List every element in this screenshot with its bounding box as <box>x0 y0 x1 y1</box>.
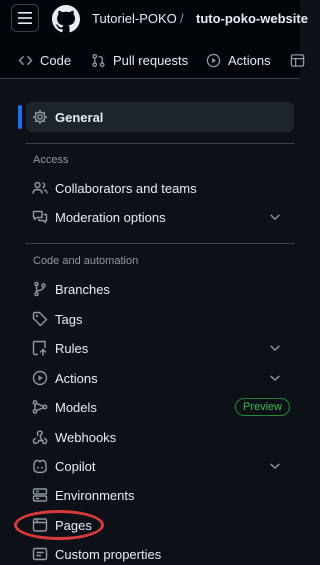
sidebar-item-rules-label: Rules <box>55 340 89 356</box>
sidebar-item-general[interactable]: General <box>32 106 103 128</box>
section-heading-code-automation: Code and automation <box>33 255 139 267</box>
models-icon <box>32 399 48 415</box>
repo-owner-link[interactable]: Tutoriel-POKO <box>92 11 177 26</box>
sidebar-item-actions-label: Actions <box>55 370 98 386</box>
repo-name-link[interactable]: tuto-poko-website <box>196 11 308 26</box>
sidebar-item-moderation[interactable]: Moderation options <box>32 206 166 228</box>
breadcrumb-separator: / <box>180 11 184 26</box>
selected-indicator <box>18 105 22 129</box>
sidebar-item-webhooks[interactable]: Webhooks <box>32 426 116 448</box>
sidebar-item-rules[interactable]: Rules <box>32 337 88 359</box>
gear-icon <box>32 109 48 125</box>
play-icon <box>206 53 221 67</box>
git-branch-icon <box>32 281 48 297</box>
tab-actions-label: Actions <box>228 52 271 68</box>
chevron-down-icon[interactable] <box>268 459 282 473</box>
tab-overflow[interactable] <box>290 50 312 70</box>
chevron-down-icon[interactable] <box>268 341 282 355</box>
webhook-icon <box>32 429 48 445</box>
code-icon <box>18 55 33 65</box>
tab-actions[interactable]: Actions <box>206 50 271 70</box>
tab-pull-requests-label: Pull requests <box>113 52 189 68</box>
play-icon <box>32 370 48 386</box>
sidebar-item-custom-properties-label: Custom properties <box>55 546 162 562</box>
repo-tabs: Code Pull requests Actions <box>0 42 305 79</box>
hamburger-icon <box>18 12 32 24</box>
menu-button[interactable] <box>11 4 39 32</box>
sidebar-item-tags[interactable]: Tags <box>32 308 82 330</box>
copilot-icon <box>32 458 48 474</box>
tag-icon <box>32 311 48 327</box>
sidebar-item-copilot[interactable]: Copilot <box>32 455 95 477</box>
sidebar-item-collaborators-label: Collaborators and teams <box>55 180 197 196</box>
tab-pull-requests[interactable]: Pull requests <box>91 50 188 70</box>
note-icon <box>32 546 48 562</box>
server-icon <box>32 487 48 503</box>
sidebar-item-branches[interactable]: Branches <box>32 278 110 300</box>
tab-code[interactable]: Code <box>18 50 71 70</box>
people-icon <box>32 180 48 196</box>
chevron-down-icon[interactable] <box>268 371 282 385</box>
sidebar-item-branches-label: Branches <box>55 281 110 297</box>
app-header: Tutoriel-POKO / tuto-poko-website <box>0 0 308 42</box>
chevron-down-icon[interactable] <box>268 210 282 224</box>
divider <box>26 243 294 244</box>
sidebar-item-environments[interactable]: Environments <box>32 484 134 506</box>
sidebar-item-collaborators[interactable]: Collaborators and teams <box>32 177 197 199</box>
sidebar-item-environments-label: Environments <box>55 487 135 503</box>
sidebar-item-models[interactable]: Models <box>32 396 97 418</box>
comment-discussion-icon <box>32 209 48 225</box>
sidebar-item-tags-label: Tags <box>55 311 83 327</box>
sidebar-item-copilot-label: Copilot <box>55 458 96 474</box>
sidebar-item-moderation-label: Moderation options <box>55 209 166 225</box>
sidebar-item-general-label: General <box>55 109 104 125</box>
section-heading-access: Access <box>33 154 69 166</box>
preview-badge: Preview <box>235 398 291 416</box>
divider <box>26 143 294 144</box>
sidebar-item-webhooks-label: Webhooks <box>55 429 117 445</box>
tab-code-label: Code <box>40 52 72 68</box>
sidebar-item-actions[interactable]: Actions <box>32 367 98 389</box>
github-logo-icon[interactable] <box>52 5 80 33</box>
table-icon <box>290 53 305 67</box>
git-pull-request-icon <box>92 53 105 67</box>
highlight-circle <box>14 510 104 540</box>
sidebar-item-models-label: Models <box>55 399 97 415</box>
repo-push-icon <box>32 340 48 356</box>
